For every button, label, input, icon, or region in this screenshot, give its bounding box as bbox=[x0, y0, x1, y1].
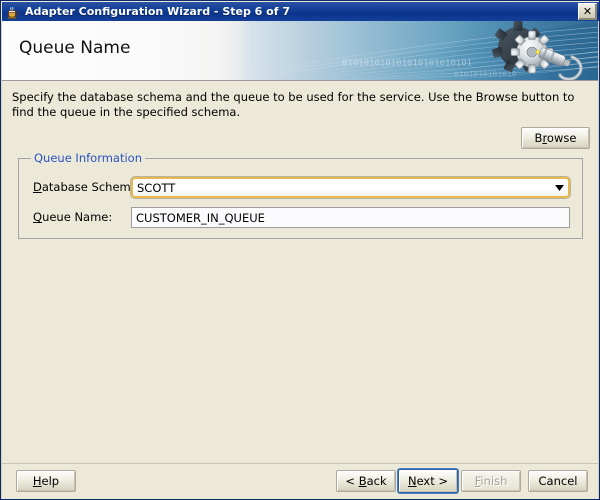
finish-button: Finish bbox=[461, 470, 521, 492]
database-schema-label: Database Schema: bbox=[33, 180, 142, 194]
queue-name-row: Queue Name: bbox=[19, 207, 582, 229]
browse-button[interactable]: Browse bbox=[521, 127, 590, 149]
next-button[interactable]: Next > bbox=[398, 469, 458, 493]
window-frame-right bbox=[598, 21, 599, 499]
database-schema-value: SCOTT bbox=[137, 180, 176, 195]
queue-name-label: Queue Name: bbox=[33, 210, 113, 224]
close-icon[interactable]: ✕ bbox=[578, 3, 597, 20]
queue-name-input[interactable] bbox=[131, 207, 570, 228]
database-schema-combobox[interactable]: SCOTT bbox=[131, 177, 570, 198]
dialog-button-bar: Help < Back Next > Finish Cancel bbox=[2, 463, 599, 499]
next-button-label: Next > bbox=[407, 474, 449, 488]
gear-cable-icon bbox=[476, 21, 596, 81]
cancel-button[interactable]: Cancel bbox=[528, 470, 588, 492]
back-button-label: < Back bbox=[345, 474, 387, 488]
coffee-cup-icon bbox=[5, 4, 21, 20]
help-button[interactable]: Help bbox=[16, 470, 76, 492]
help-button-label: Help bbox=[32, 474, 60, 488]
chevron-down-icon[interactable] bbox=[551, 179, 568, 196]
browse-button-label: Browse bbox=[534, 131, 577, 145]
wizard-banner: 010101010101010101010101 0101010101010 Q… bbox=[2, 21, 599, 81]
queue-information-legend: Queue Information bbox=[31, 152, 146, 164]
page-description: Specify the database schema and the queu… bbox=[12, 90, 575, 119]
banner-binary-text: 010101010101010101010101 bbox=[342, 59, 473, 69]
page-title: Queue Name bbox=[19, 38, 131, 58]
content-pane: Specify the database schema and the queu… bbox=[2, 81, 599, 463]
queue-information-group: Queue Information Database Schema: SCOTT… bbox=[18, 152, 583, 239]
title-bar: Adapter Configuration Wizard - Step 6 of… bbox=[2, 2, 599, 21]
finish-button-label: Finish bbox=[474, 474, 508, 488]
back-button[interactable]: < Back bbox=[336, 470, 396, 492]
cancel-button-label: Cancel bbox=[538, 474, 578, 488]
window-frame-left bbox=[1, 21, 2, 499]
wizard-window: Adapter Configuration Wizard - Step 6 of… bbox=[0, 0, 600, 500]
window-title: Adapter Configuration Wizard - Step 6 of… bbox=[25, 5, 290, 18]
database-schema-row: Database Schema: SCOTT bbox=[19, 177, 582, 199]
